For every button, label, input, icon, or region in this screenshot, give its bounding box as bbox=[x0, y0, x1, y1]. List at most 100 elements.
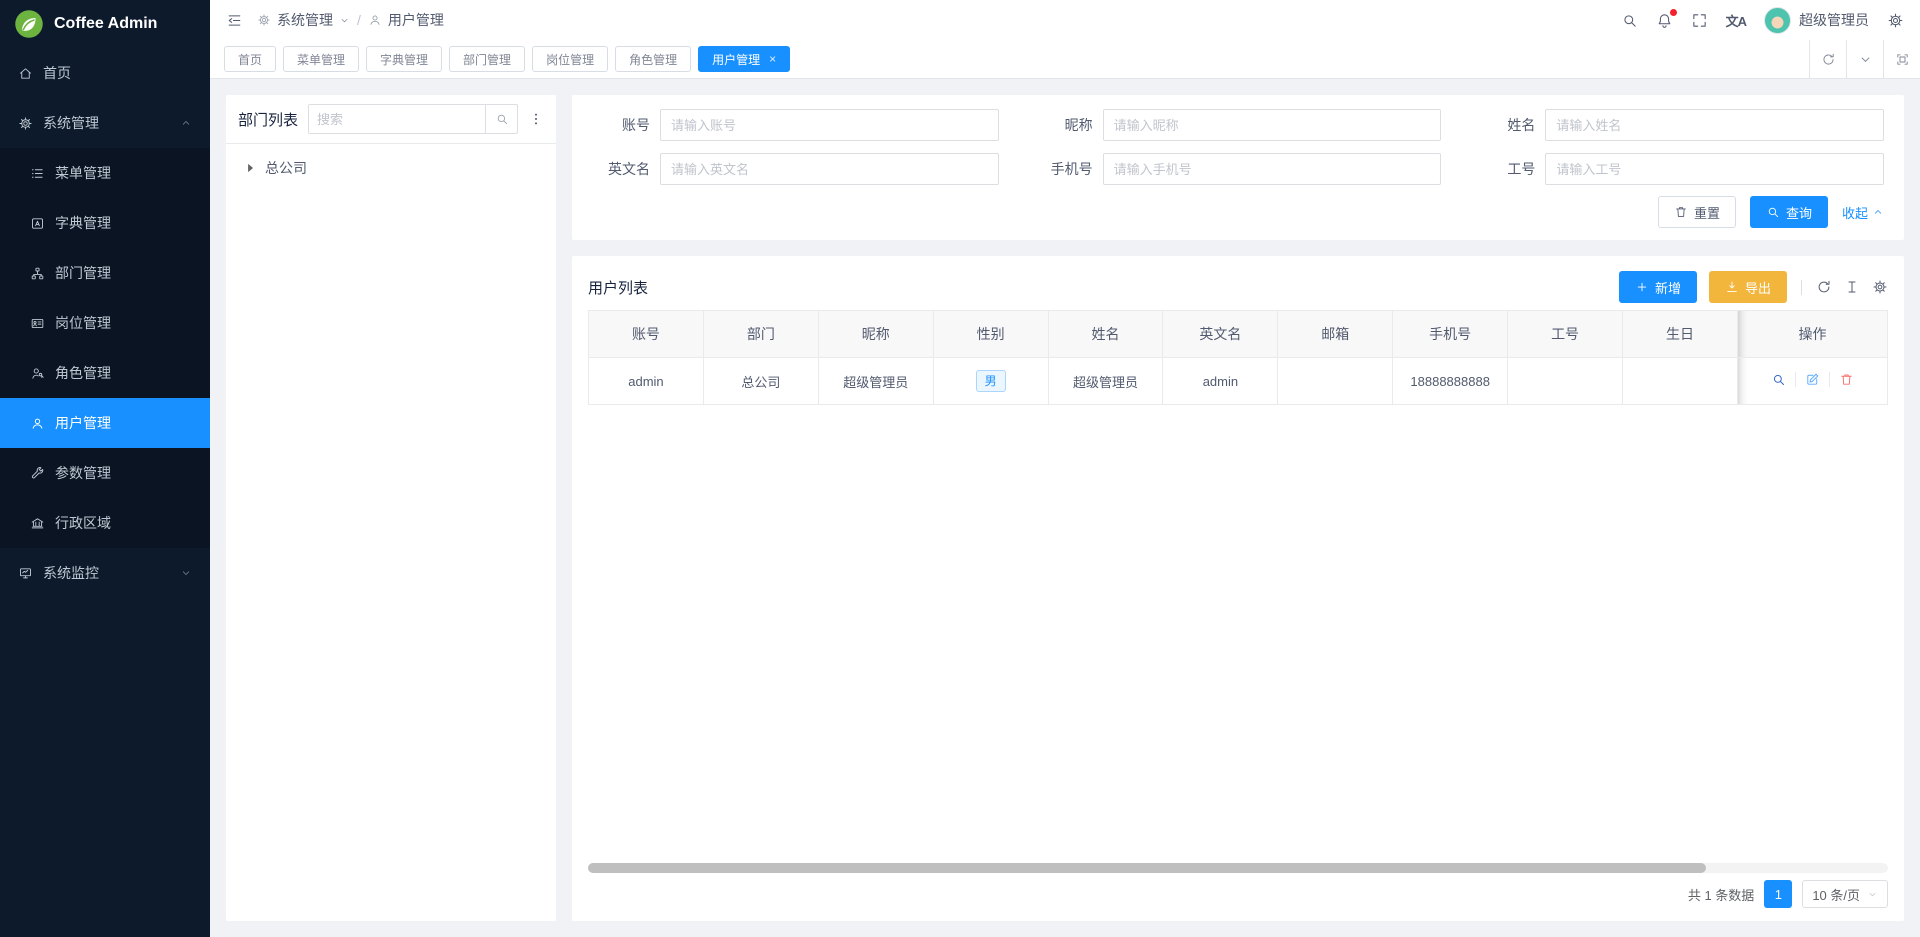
tab-menu-mgmt[interactable]: 菜单管理 bbox=[283, 46, 359, 72]
cell-phone: 18888888888 bbox=[1393, 358, 1508, 405]
tab-home[interactable]: 首页 bbox=[224, 46, 276, 72]
work-no-input[interactable] bbox=[1545, 153, 1884, 185]
sidebar-item-home[interactable]: 首页 bbox=[0, 48, 210, 98]
refresh-table-icon[interactable] bbox=[1816, 279, 1832, 295]
cell-account: admin bbox=[589, 358, 704, 405]
sidebar-group-monitor[interactable]: 系统监控 bbox=[0, 548, 210, 598]
page-size-select[interactable]: 10 条/页 bbox=[1802, 880, 1888, 908]
notification-bell-icon[interactable] bbox=[1656, 12, 1673, 29]
dept-more-dots-icon[interactable] bbox=[528, 111, 544, 127]
filter-field-work-no: 工号 bbox=[1477, 153, 1884, 185]
cell-name: 超级管理员 bbox=[1048, 358, 1163, 405]
avatar[interactable] bbox=[1764, 7, 1791, 34]
view-row-button[interactable] bbox=[1762, 372, 1795, 387]
collapse-filter-link[interactable]: 收起 bbox=[1842, 203, 1884, 222]
tabbar-controls bbox=[1809, 40, 1920, 78]
trash-icon bbox=[1839, 372, 1854, 387]
query-button[interactable]: 查询 bbox=[1750, 196, 1828, 228]
translate-icon[interactable]: 文A bbox=[1726, 11, 1746, 30]
sidebar-item-dept-mgmt[interactable]: 部门管理 bbox=[0, 248, 210, 298]
sidebar-fold-icon[interactable] bbox=[226, 12, 243, 29]
account-input[interactable] bbox=[660, 109, 999, 141]
refresh-tab-icon[interactable] bbox=[1809, 40, 1846, 78]
user-icon bbox=[30, 416, 45, 431]
sidebar-item-region[interactable]: 行政区域 bbox=[0, 498, 210, 548]
col-nickname: 昵称 bbox=[818, 311, 933, 358]
toolbar-divider bbox=[1801, 280, 1802, 295]
id-card-icon bbox=[30, 316, 45, 331]
fullscreen-icon[interactable] bbox=[1691, 12, 1708, 29]
settings-gear-icon[interactable] bbox=[1887, 12, 1904, 29]
export-button[interactable]: 导出 bbox=[1709, 271, 1787, 303]
sidebar-item-role-mgmt[interactable]: 角色管理 bbox=[0, 348, 210, 398]
sidebar-item-post-mgmt[interactable]: 岗位管理 bbox=[0, 298, 210, 348]
breadcrumb-system[interactable]: 系统管理 bbox=[257, 10, 350, 30]
chevron-down-icon bbox=[1867, 889, 1878, 900]
tabbar: 首页 菜单管理 字典管理 部门管理 岗位管理 角色管理 用户管理 × bbox=[210, 40, 1920, 79]
app-title: Coffee Admin bbox=[54, 15, 157, 33]
global-search-icon[interactable] bbox=[1621, 12, 1638, 29]
dept-panel-title: 部门列表 bbox=[238, 109, 298, 130]
col-gender: 性别 bbox=[933, 311, 1048, 358]
chevron-up-icon bbox=[1872, 206, 1884, 218]
table-row: admin 总公司 超级管理员 男 超级管理员 admin 1888888888… bbox=[589, 358, 1888, 405]
search-icon bbox=[1766, 205, 1780, 219]
dept-tree: 总公司 bbox=[226, 144, 556, 192]
tab-user-mgmt[interactable]: 用户管理 × bbox=[698, 46, 790, 72]
gear-icon bbox=[257, 13, 271, 27]
tree-node-root[interactable]: 总公司 bbox=[234, 154, 548, 182]
user-icon bbox=[368, 13, 382, 27]
nickname-input[interactable] bbox=[1103, 109, 1442, 141]
cell-dept: 总公司 bbox=[703, 358, 818, 405]
tab-post-mgmt[interactable]: 岗位管理 bbox=[532, 46, 608, 72]
close-icon[interactable]: × bbox=[769, 52, 776, 66]
sidebar-item-menu-mgmt[interactable]: 菜单管理 bbox=[0, 148, 210, 198]
horizontal-scrollbar-track[interactable] bbox=[588, 863, 1888, 873]
sidebar-item-dict-mgmt[interactable]: 字典管理 bbox=[0, 198, 210, 248]
filter-field-account: 账号 bbox=[592, 109, 999, 141]
english-name-input[interactable] bbox=[660, 153, 999, 185]
cell-english-name: admin bbox=[1163, 358, 1278, 405]
page-number-button[interactable]: 1 bbox=[1764, 880, 1792, 908]
dept-search-input[interactable] bbox=[309, 105, 485, 133]
column-settings-gear-icon[interactable] bbox=[1872, 279, 1888, 295]
sidebar-menu: 首页 系统管理 菜单管理 字典管理 部门管理 岗位管理 bbox=[0, 48, 210, 937]
add-button[interactable]: 新增 bbox=[1619, 271, 1697, 303]
dept-panel-header: 部门列表 bbox=[226, 95, 556, 144]
breadcrumb-user-mgmt[interactable]: 用户管理 bbox=[368, 10, 444, 30]
cell-actions bbox=[1738, 358, 1888, 405]
sidebar-item-user-mgmt[interactable]: 用户管理 bbox=[0, 398, 210, 448]
cell-gender: 男 bbox=[933, 358, 1048, 405]
reset-button[interactable]: 重置 bbox=[1658, 196, 1736, 228]
tab-role-mgmt[interactable]: 角色管理 bbox=[615, 46, 691, 72]
cell-nickname: 超级管理员 bbox=[818, 358, 933, 405]
maximize-content-icon[interactable] bbox=[1883, 40, 1920, 78]
leaf-logo-icon bbox=[14, 9, 44, 39]
dept-search-button[interactable] bbox=[485, 105, 517, 133]
main-area: 系统管理 / 用户管理 文A 超级管理员 首页 菜单管理 bbox=[210, 0, 1920, 937]
row-height-icon[interactable] bbox=[1844, 279, 1860, 295]
col-english-name: 英文名 bbox=[1163, 311, 1278, 358]
user-menu[interactable]: 超级管理员 bbox=[1764, 7, 1869, 34]
caret-right-icon[interactable] bbox=[242, 160, 258, 176]
notification-badge bbox=[1670, 9, 1677, 16]
breadcrumb: 系统管理 / 用户管理 bbox=[257, 10, 444, 30]
delete-row-button[interactable] bbox=[1829, 372, 1863, 387]
name-input[interactable] bbox=[1545, 109, 1884, 141]
table-title: 用户列表 bbox=[588, 277, 1619, 298]
horizontal-scrollbar-thumb[interactable] bbox=[588, 863, 1706, 873]
cell-email bbox=[1278, 358, 1393, 405]
dictionary-icon bbox=[30, 216, 45, 231]
edit-pencil-icon bbox=[1805, 372, 1820, 387]
col-work-no: 工号 bbox=[1508, 311, 1623, 358]
tab-dept-mgmt[interactable]: 部门管理 bbox=[449, 46, 525, 72]
phone-input[interactable] bbox=[1103, 153, 1442, 185]
sidebar-group-system[interactable]: 系统管理 bbox=[0, 98, 210, 148]
org-tree-icon bbox=[30, 266, 45, 281]
edit-row-button[interactable] bbox=[1795, 372, 1829, 387]
search-icon bbox=[495, 112, 509, 126]
tab-menu-chevron-icon[interactable] bbox=[1846, 40, 1883, 78]
pagination: 共 1 条数据 1 10 条/页 bbox=[588, 873, 1888, 915]
tab-dict-mgmt[interactable]: 字典管理 bbox=[366, 46, 442, 72]
sidebar-item-param-mgmt[interactable]: 参数管理 bbox=[0, 448, 210, 498]
